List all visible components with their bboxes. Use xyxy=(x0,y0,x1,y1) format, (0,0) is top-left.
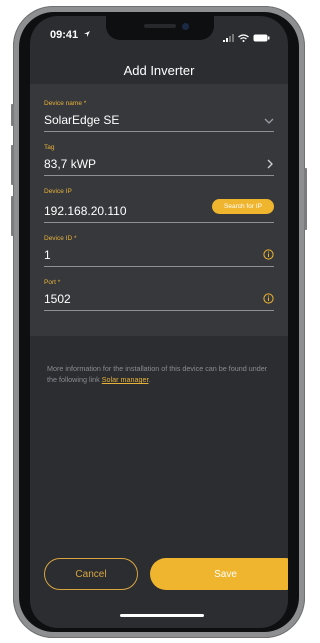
search-ip-button[interactable]: Search for IP xyxy=(212,199,274,214)
device-id-field[interactable]: Device ID * 1 xyxy=(44,235,274,267)
port-label: Port * xyxy=(44,279,61,286)
cancel-button[interactable]: Cancel xyxy=(44,558,138,590)
status-time: 09:41 xyxy=(50,29,91,41)
status-icons xyxy=(223,29,270,47)
app-screen: 09:41 Add Inverter Device name * SolarEd… xyxy=(30,16,288,628)
tag-value: 83,7 kWP xyxy=(44,157,97,171)
device-id-label: Device ID * xyxy=(44,235,77,242)
speaker-grill xyxy=(144,24,176,28)
device-name-select[interactable]: Device name * SolarEdge SE xyxy=(44,100,274,132)
device-name-label: Device name * xyxy=(44,100,87,107)
solar-manager-link[interactable]: Solar manager xyxy=(102,375,149,384)
volume-up-button xyxy=(11,145,14,185)
info-text: More information for the installation of… xyxy=(47,364,268,384)
notch xyxy=(106,16,214,40)
chevron-down-icon[interactable] xyxy=(264,112,274,130)
power-button xyxy=(304,168,307,230)
chevron-right-icon[interactable] xyxy=(266,156,274,174)
info-icon[interactable] xyxy=(263,247,274,265)
front-camera xyxy=(182,23,189,30)
device-name-value: SolarEdge SE xyxy=(44,113,120,127)
location-arrow-icon xyxy=(83,29,91,41)
tag-label: Tag xyxy=(44,144,55,151)
volume-down-button xyxy=(11,196,14,236)
mute-switch xyxy=(11,104,14,126)
device-ip-field[interactable]: Device IP 192.168.20.110 Search for IP xyxy=(44,188,274,223)
info-icon[interactable] xyxy=(263,291,274,309)
page-title: Add Inverter xyxy=(123,63,195,78)
device-id-value: 1 xyxy=(44,248,51,262)
battery-icon xyxy=(253,29,270,47)
home-indicator[interactable] xyxy=(120,614,204,617)
form-panel: Device name * SolarEdge SE Tag 83,7 kWP … xyxy=(30,84,288,336)
port-value: 1502 xyxy=(44,292,71,306)
device-ip-label: Device IP xyxy=(44,188,72,195)
tag-field[interactable]: Tag 83,7 kWP xyxy=(44,144,274,176)
save-button[interactable]: Save xyxy=(150,558,288,590)
device-ip-value: 192.168.20.110 xyxy=(44,204,127,218)
signal-icon xyxy=(223,29,234,47)
port-field[interactable]: Port * 1502 xyxy=(44,279,274,311)
wifi-icon xyxy=(238,29,249,47)
